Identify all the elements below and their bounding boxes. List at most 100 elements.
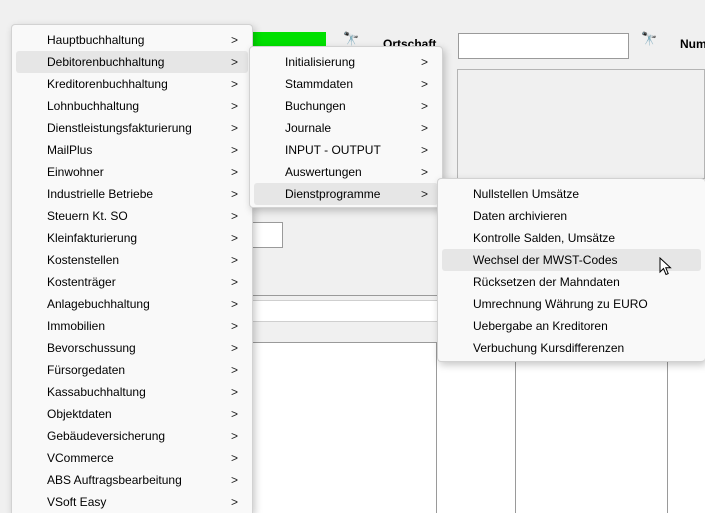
main-menu-item-label: Immobilien bbox=[47, 319, 106, 333]
main-menu-item-label: Steuern Kt. SO bbox=[47, 209, 128, 223]
main-menu-item-label: Kostenstellen bbox=[47, 253, 120, 267]
dienstprogramme-menu-item-label: Umrechnung Währung zu EURO bbox=[473, 297, 648, 311]
binoculars-icon[interactable]: 🔭 bbox=[641, 31, 657, 47]
main-menu-item-label: MailPlus bbox=[47, 143, 93, 157]
main-menu-item-label: Kostenträger bbox=[47, 275, 116, 289]
debitoren-menu-item-label: Buchungen bbox=[285, 99, 346, 113]
main-menu-item-label: Bevorschussung bbox=[47, 341, 136, 355]
main-menu-item[interactable]: Objektdaten > bbox=[16, 403, 248, 425]
dienstprogramme-menu-item[interactable]: Verbuchung Kursdifferenzen bbox=[442, 337, 701, 359]
table-column-divider bbox=[667, 342, 668, 513]
debitoren-menu-item[interactable]: Journale > bbox=[254, 117, 438, 139]
main-menu-item[interactable]: Bevorschussung > bbox=[16, 337, 248, 359]
chevron-right-icon: > bbox=[230, 231, 238, 245]
chevron-right-icon: > bbox=[230, 385, 238, 399]
chevron-right-icon: > bbox=[420, 77, 428, 91]
debitoren-menu-item-label: Initialisierung bbox=[285, 55, 356, 69]
chevron-right-icon: > bbox=[230, 495, 238, 509]
chevron-right-icon: > bbox=[230, 253, 238, 267]
chevron-right-icon: > bbox=[230, 407, 238, 421]
chevron-right-icon: > bbox=[230, 121, 238, 135]
main-menu-item-label: VSoft Easy bbox=[47, 495, 107, 509]
debitoren-menu-item-label: Stammdaten bbox=[285, 77, 354, 91]
main-menu-item[interactable]: Industrielle Betriebe > bbox=[16, 183, 248, 205]
chevron-right-icon: > bbox=[420, 99, 428, 113]
chevron-right-icon: > bbox=[230, 55, 238, 69]
debitoren-menu-item[interactable]: Buchungen > bbox=[254, 95, 438, 117]
main-menu-item-label: Industrielle Betriebe bbox=[47, 187, 154, 201]
dienstprogramme-menu-item[interactable]: Uebergabe an Kreditoren bbox=[442, 315, 701, 337]
main-menu-item[interactable]: Lohnbuchhaltung > bbox=[16, 95, 248, 117]
status-indicator bbox=[250, 32, 326, 46]
dienstprogramme-menu-item[interactable]: Nullstellen Umsätze bbox=[442, 183, 701, 205]
chevron-right-icon: > bbox=[230, 99, 238, 113]
binoculars-icon[interactable]: 🔭 bbox=[343, 31, 359, 47]
info-panel bbox=[457, 69, 705, 179]
main-menu-item-label: Kassabuchhaltung bbox=[47, 385, 146, 399]
chevron-right-icon: > bbox=[420, 143, 428, 157]
debitoren-menu-item-label: Dienstprogramme bbox=[285, 187, 381, 201]
main-menu-item-label: Debitorenbuchhaltung bbox=[47, 55, 165, 69]
main-menu-item[interactable]: Immobilien > bbox=[16, 315, 248, 337]
dienstprogramme-menu-item-label: Uebergabe an Kreditoren bbox=[473, 319, 608, 333]
num-label: Num bbox=[680, 37, 705, 51]
main-menu-item[interactable]: MailPlus > bbox=[16, 139, 248, 161]
main-menu-item[interactable]: Kostenträger > bbox=[16, 271, 248, 293]
chevron-right-icon: > bbox=[230, 165, 238, 179]
chevron-right-icon: > bbox=[230, 209, 238, 223]
mouse-pointer-icon bbox=[659, 257, 672, 276]
table-column-divider bbox=[436, 342, 437, 513]
main-menu-item[interactable]: Kostenstellen > bbox=[16, 249, 248, 271]
main-menu-item[interactable]: Hauptbuchhaltung > bbox=[16, 29, 248, 51]
chevron-right-icon: > bbox=[230, 341, 238, 355]
data-table[interactable] bbox=[252, 342, 705, 513]
main-menu-item-label: Dienstleistungsfakturierung bbox=[47, 121, 192, 135]
ortschaft-input[interactable] bbox=[458, 33, 629, 59]
chevron-right-icon: > bbox=[230, 187, 238, 201]
chevron-right-icon: > bbox=[230, 275, 238, 289]
main-menu-item-label: Gebäudeversicherung bbox=[47, 429, 166, 443]
debitoren-menu-item[interactable]: Auswertungen > bbox=[254, 161, 438, 183]
dienstprogramme-menu-item-label: Wechsel der MWST-Codes bbox=[473, 253, 618, 267]
main-menu-item[interactable]: Kreditorenbuchhaltung > bbox=[16, 73, 248, 95]
dienstprogramme-menu-item[interactable]: Umrechnung Währung zu EURO bbox=[442, 293, 701, 315]
main-menu-item[interactable]: Fürsorgedaten > bbox=[16, 359, 248, 381]
chevron-right-icon: > bbox=[230, 363, 238, 377]
main-menu-item-label: Anlagebuchhaltung bbox=[47, 297, 150, 311]
chevron-right-icon: > bbox=[420, 187, 428, 201]
chevron-right-icon: > bbox=[230, 143, 238, 157]
debitoren-menu-item[interactable]: Stammdaten > bbox=[254, 73, 438, 95]
chevron-right-icon: > bbox=[230, 297, 238, 311]
debitoren-menu-item[interactable]: Dienstprogramme > bbox=[254, 183, 438, 205]
chevron-right-icon: > bbox=[230, 451, 238, 465]
main-menu-item-label: Hauptbuchhaltung bbox=[47, 33, 145, 47]
text-field[interactable] bbox=[252, 300, 438, 322]
main-menu-item[interactable]: Steuern Kt. SO > bbox=[16, 205, 248, 227]
chevron-right-icon: > bbox=[230, 429, 238, 443]
main-menu-item[interactable]: Kassabuchhaltung > bbox=[16, 381, 248, 403]
main-menu-item[interactable]: Gebäudeversicherung > bbox=[16, 425, 248, 447]
debitoren-menu-item[interactable]: Initialisierung > bbox=[254, 51, 438, 73]
main-menu-item-label: Kreditorenbuchhaltung bbox=[47, 77, 168, 91]
chevron-right-icon: > bbox=[230, 77, 238, 91]
chevron-right-icon: > bbox=[420, 55, 428, 69]
main-menu: Hauptbuchhaltung > Debitorenbuchhaltung > Kr… bbox=[11, 24, 253, 513]
main-menu-item-label: Lohnbuchhaltung bbox=[47, 99, 140, 113]
debitoren-menu-item[interactable]: INPUT - OUTPUT > bbox=[254, 139, 438, 161]
main-menu-item-label: VCommerce bbox=[47, 451, 114, 465]
chevron-right-icon: > bbox=[230, 33, 238, 47]
dienstprogramme-menu-item[interactable]: Daten archivieren bbox=[442, 205, 701, 227]
dienstprogramme-menu-item[interactable]: Kontrolle Salden, Umsätze bbox=[442, 227, 701, 249]
main-menu-item[interactable]: ABS Auftragsbearbeitung > bbox=[16, 469, 248, 491]
main-menu-item[interactable]: Anlagebuchhaltung > bbox=[16, 293, 248, 315]
dienstprogramme-menu-item-label: Nullstellen Umsätze bbox=[473, 187, 580, 201]
chevron-right-icon: > bbox=[230, 473, 238, 487]
main-menu-item[interactable]: Kleinfakturierung > bbox=[16, 227, 248, 249]
small-input[interactable] bbox=[252, 222, 283, 248]
debitoren-menu-item-label: Journale bbox=[285, 121, 332, 135]
main-menu-item[interactable]: VCommerce > bbox=[16, 447, 248, 469]
main-menu-item[interactable]: Dienstleistungsfakturierung > bbox=[16, 117, 248, 139]
main-menu-item[interactable]: Einwohner > bbox=[16, 161, 248, 183]
main-menu-item[interactable]: VSoft Easy > bbox=[16, 491, 248, 513]
main-menu-item[interactable]: Debitorenbuchhaltung > bbox=[16, 51, 248, 73]
